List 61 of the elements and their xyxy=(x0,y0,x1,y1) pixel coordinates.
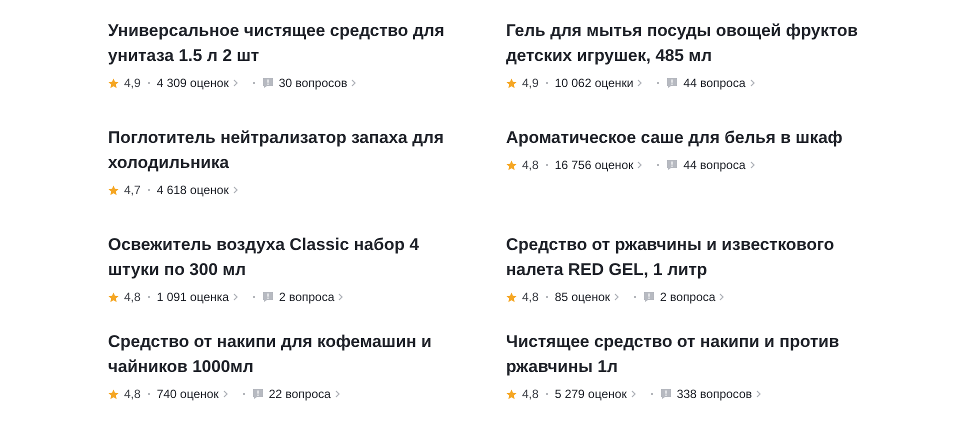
product-title[interactable]: Чистящее средство от накипи и против ржавчины 1л xyxy=(506,329,866,379)
reviews-link[interactable]: 1 091 оценка xyxy=(156,290,238,304)
rating-value: 4,8 xyxy=(522,290,539,304)
question-bubble-icon xyxy=(262,77,274,89)
rating-value: 4,8 xyxy=(124,290,141,304)
product-title[interactable]: Поглотитель нейтрализатор запаха для холодильника xyxy=(108,125,468,175)
questions-link[interactable]: 2 вопроса xyxy=(278,290,344,304)
star-icon xyxy=(506,388,517,400)
questions-link[interactable]: 30 вопросов xyxy=(278,76,356,90)
chevron-icon xyxy=(719,293,724,301)
question-bubble-icon xyxy=(643,291,656,303)
chevron-icon xyxy=(756,390,761,398)
chevron-icon xyxy=(750,79,755,87)
chevron-icon xyxy=(338,293,344,301)
chevron-icon xyxy=(232,186,238,194)
rating-value: 4,8 xyxy=(124,387,141,401)
product-title[interactable]: Освежитель воздуха Classic набор 4 штуки по 300 мл xyxy=(108,232,468,282)
product-title[interactable]: Универсальное чистящее средство для унитаза 1.5 л 2 шт xyxy=(108,18,468,68)
star-icon xyxy=(108,292,119,302)
reviews-link[interactable]: 85 оценок xyxy=(554,290,620,304)
question-bubble-icon xyxy=(660,388,672,400)
question-bubble-icon xyxy=(252,388,264,400)
chevron-icon xyxy=(222,390,228,398)
question-bubble-icon xyxy=(262,291,274,303)
product-title[interactable]: Средство от накипи для кофемашин и чайников 1000мл xyxy=(108,329,468,379)
reviews-link[interactable]: 740 оценок xyxy=(156,387,228,401)
chevron-icon xyxy=(232,293,238,301)
chevron-icon xyxy=(630,390,636,398)
questions-link[interactable]: 44 вопроса xyxy=(683,76,755,90)
star-icon xyxy=(108,78,119,88)
chevron-icon xyxy=(614,293,620,301)
product-title[interactable]: Гель для мытья посуды овощей фруктов детских игрушек, 485 мл xyxy=(506,18,866,68)
star-icon xyxy=(108,388,119,400)
chevron-icon xyxy=(232,79,238,87)
questions-link[interactable]: 338 вопросов xyxy=(676,387,761,401)
product-title[interactable]: Средство от ржавчины и известкового налета RED GEL, 1 литр xyxy=(506,232,866,282)
rating-value: 4,9 xyxy=(124,76,141,90)
chevron-icon xyxy=(334,390,340,398)
reviews-link[interactable]: 5 279 оценок xyxy=(554,387,636,401)
reviews-link[interactable]: 10 062 оценки xyxy=(554,76,642,90)
questions-link[interactable]: 44 вопроса xyxy=(683,158,754,172)
rating-value: 4,8 xyxy=(522,387,539,401)
star-icon xyxy=(506,292,517,302)
questions-link[interactable]: 22 вопроса xyxy=(268,387,340,401)
questions-link[interactable]: 2 вопроса xyxy=(660,290,724,304)
rating-value: 4,9 xyxy=(522,76,539,90)
reviews-link[interactable]: 4 309 оценок xyxy=(156,76,238,90)
reviews-link[interactable]: 16 756 оценок xyxy=(554,158,642,172)
chevron-icon xyxy=(750,161,754,169)
reviews-link[interactable]: 4 618 оценок xyxy=(156,183,238,197)
chevron-icon xyxy=(351,79,356,87)
star-icon xyxy=(108,184,119,196)
star-icon xyxy=(506,160,517,170)
product-title[interactable]: Ароматическое саше для белья в шкаф xyxy=(506,125,866,150)
question-bubble-icon xyxy=(666,159,678,171)
chevron-icon xyxy=(637,161,642,169)
rating-value: 4,8 xyxy=(522,158,539,172)
star-icon xyxy=(506,78,517,88)
rating-value: 4,7 xyxy=(124,183,141,197)
question-bubble-icon xyxy=(666,77,678,89)
chevron-icon xyxy=(637,79,642,87)
